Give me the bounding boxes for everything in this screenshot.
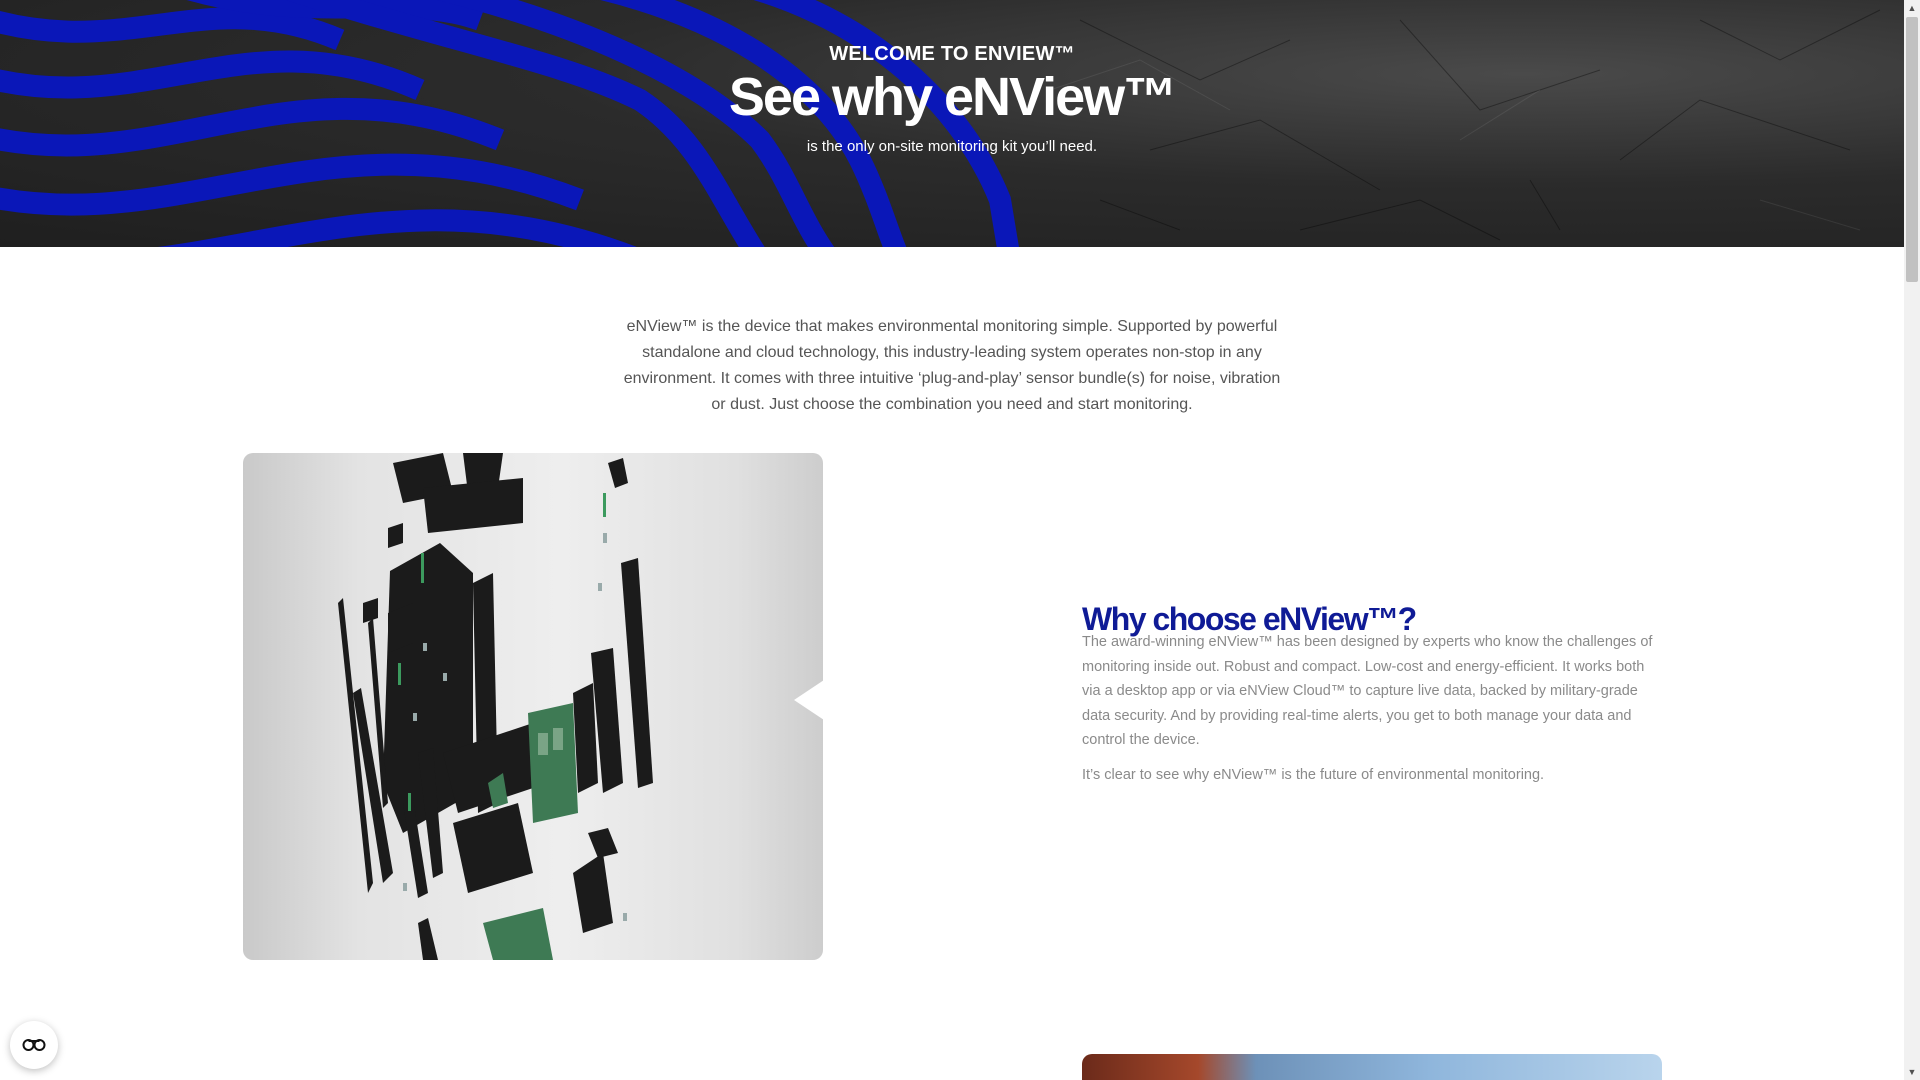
scroll-up-arrow-icon[interactable]: ▲ bbox=[1904, 0, 1920, 16]
product-exploded-view-image bbox=[243, 453, 823, 960]
page: WELCOME TO ENVIEW™ See why eNView™ is th… bbox=[0, 0, 1920, 1080]
hero-subtitle: is the only on-site monitoring kit you’l… bbox=[806, 138, 1098, 155]
image-pointer-notch bbox=[794, 680, 824, 720]
why-paragraph-2: It’s clear to see why eNView™ is the fut… bbox=[1082, 766, 1545, 783]
next-section-image bbox=[1082, 1054, 1662, 1080]
hero-title: See why eNView™ bbox=[728, 67, 1177, 127]
hero-banner: WELCOME TO ENVIEW™ See why eNView™ is th… bbox=[0, 0, 1904, 247]
accessibility-button[interactable] bbox=[10, 1021, 58, 1069]
intro-paragraph: eNView™ is the device that makes environ… bbox=[623, 318, 1281, 413]
why-paragraph-1: The award-winning eNView™ has been desig… bbox=[1082, 634, 1653, 748]
scroll-down-arrow-icon[interactable]: ▼ bbox=[1904, 1064, 1920, 1080]
hero-kicker: WELCOME TO ENVIEW™ bbox=[829, 43, 1075, 65]
why-choose-body: The award-winning eNView™ has been desig… bbox=[1082, 630, 1662, 797]
scrollbar-thumb[interactable] bbox=[1906, 17, 1918, 282]
accessibility-icon bbox=[22, 1039, 46, 1051]
vertical-scrollbar[interactable]: ▲ ▼ bbox=[1904, 0, 1920, 1080]
